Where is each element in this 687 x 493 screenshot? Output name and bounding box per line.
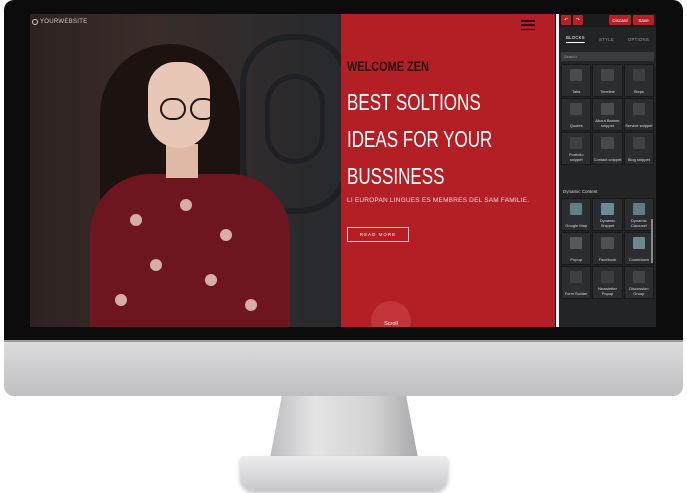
- hero-photo: YOURWEBSITE: [30, 14, 341, 327]
- glasses-left-lens: [160, 98, 186, 120]
- block-blog[interactable]: Blog snippet: [623, 132, 654, 165]
- monitor-chin: [4, 340, 683, 396]
- dress-flower: [130, 214, 142, 226]
- contact-icon: [601, 137, 614, 149]
- dynamic-snippet-icon: [601, 203, 614, 215]
- headline-line: BUSSINESS: [347, 163, 445, 189]
- panel-tabs: BLOCKS STYLE OPTIONS: [559, 32, 656, 46]
- popup-icon: [570, 237, 583, 249]
- hero-section: WELCOME ZEN BEST SOLTIONS IDEAS FOR YOUR…: [341, 14, 555, 327]
- block-popup[interactable]: Popup: [561, 232, 592, 265]
- iron-gate-inner-decoration: [265, 74, 325, 164]
- steps-icon: [632, 69, 645, 81]
- site-logo[interactable]: YOURWEBSITE: [32, 19, 88, 25]
- hero-headline: BEST SOLTIONS IDEAS FOR YOUR BUSSINESS: [347, 84, 492, 195]
- hamburger-menu-icon[interactable]: [521, 20, 535, 30]
- tab-blocks[interactable]: BLOCKS: [566, 35, 585, 43]
- discard-button[interactable]: Discard: [609, 15, 631, 25]
- timeline-icon: [601, 69, 614, 81]
- service-icon: [632, 103, 645, 115]
- headline-line: IDEAS FOR YOUR: [347, 126, 493, 152]
- block-search-input[interactable]: Search: [561, 52, 654, 61]
- redo-icon[interactable]: ↷: [573, 15, 583, 25]
- block-service[interactable]: Service snippet: [623, 98, 654, 131]
- panel-scrollbar[interactable]: [651, 219, 653, 263]
- block-countdown[interactable]: Countdown: [623, 232, 654, 265]
- countdown-icon: [632, 237, 645, 249]
- dress-flower: [115, 294, 127, 306]
- blog-icon: [632, 137, 645, 149]
- block-facebook[interactable]: Facebook: [592, 232, 623, 265]
- glasses-right-lens: [190, 98, 216, 120]
- newsletter-icon: [601, 271, 614, 283]
- tab-options[interactable]: OPTIONS: [628, 37, 649, 42]
- about-banner-icon: [601, 103, 614, 115]
- block-portfolio[interactable]: Portfolio snippet: [561, 132, 592, 165]
- carousel-icon: [632, 203, 645, 215]
- dress-flower: [150, 259, 162, 271]
- editor-toolbar: ↶ ↷ Discard Save: [559, 14, 656, 27]
- block-form-builder[interactable]: Form Builder: [561, 266, 592, 299]
- dynamic-content-heading: Dynamic Content: [563, 189, 598, 194]
- block-about-banner[interactable]: About Banner snippet: [592, 98, 623, 131]
- block-newsletter-popup[interactable]: Newsletter Popup: [592, 266, 623, 299]
- undo-icon[interactable]: ↶: [561, 15, 571, 25]
- block-google-map[interactable]: Google Map: [561, 198, 592, 231]
- block-timeline[interactable]: Timeline: [592, 64, 623, 97]
- blocks-grid-dynamic: Google Map Dynamic Snippet Dynamic Carou…: [561, 198, 654, 299]
- dress-flower: [205, 274, 217, 286]
- discussion-icon: [632, 271, 645, 283]
- block-steps[interactable]: Steps: [623, 64, 654, 97]
- scroll-indicator[interactable]: Scroll: [371, 301, 411, 327]
- dress-flower: [220, 229, 232, 241]
- editor-blocks-panel: ↶ ↷ Discard Save BLOCKS STYLE OPTIONS Se…: [556, 14, 656, 327]
- block-tabs[interactable]: Tabs: [561, 64, 592, 97]
- block-discussion-group[interactable]: Discussion Group: [623, 266, 654, 299]
- facebook-icon: [601, 237, 614, 249]
- dress-flower: [180, 199, 192, 211]
- read-more-button[interactable]: READ MORE: [347, 227, 409, 242]
- form-builder-icon: [570, 271, 583, 283]
- monitor-stand-foot: [240, 456, 448, 490]
- quotes-icon: [570, 103, 583, 115]
- monitor-screen: YOURWEBSITE WELCOME ZEN BEST SOLTIONS ID…: [30, 14, 656, 327]
- hero-welcome: WELCOME ZEN: [347, 58, 429, 74]
- block-quotes[interactable]: Quotes: [561, 98, 592, 131]
- logo-text: YOURWEBSITE: [40, 19, 88, 25]
- block-dynamic-carousel[interactable]: Dynamic Carousel: [623, 198, 654, 231]
- website-preview: YOURWEBSITE WELCOME ZEN BEST SOLTIONS ID…: [30, 14, 555, 327]
- blocks-grid-structure: Tabs Timeline Steps Quotes About Banner …: [561, 64, 654, 165]
- headline-line: BEST SOLTIONS: [347, 89, 481, 115]
- portfolio-icon: [570, 137, 583, 149]
- hero-subtitle: LI EUROPAN LINGUES ES MEMBRES DEL SAM FA…: [347, 197, 530, 204]
- block-dynamic-snippet[interactable]: Dynamic Snippet: [592, 198, 623, 231]
- dress-flower: [245, 299, 257, 311]
- block-contact[interactable]: Contact snippet: [592, 132, 623, 165]
- monitor-stand-neck: [270, 396, 418, 458]
- logo-icon: [32, 19, 38, 25]
- map-icon: [570, 203, 583, 215]
- woman-neck-shape: [166, 144, 198, 178]
- tabs-icon: [570, 69, 583, 81]
- tab-style[interactable]: STYLE: [599, 37, 614, 42]
- save-button[interactable]: Save: [633, 15, 654, 25]
